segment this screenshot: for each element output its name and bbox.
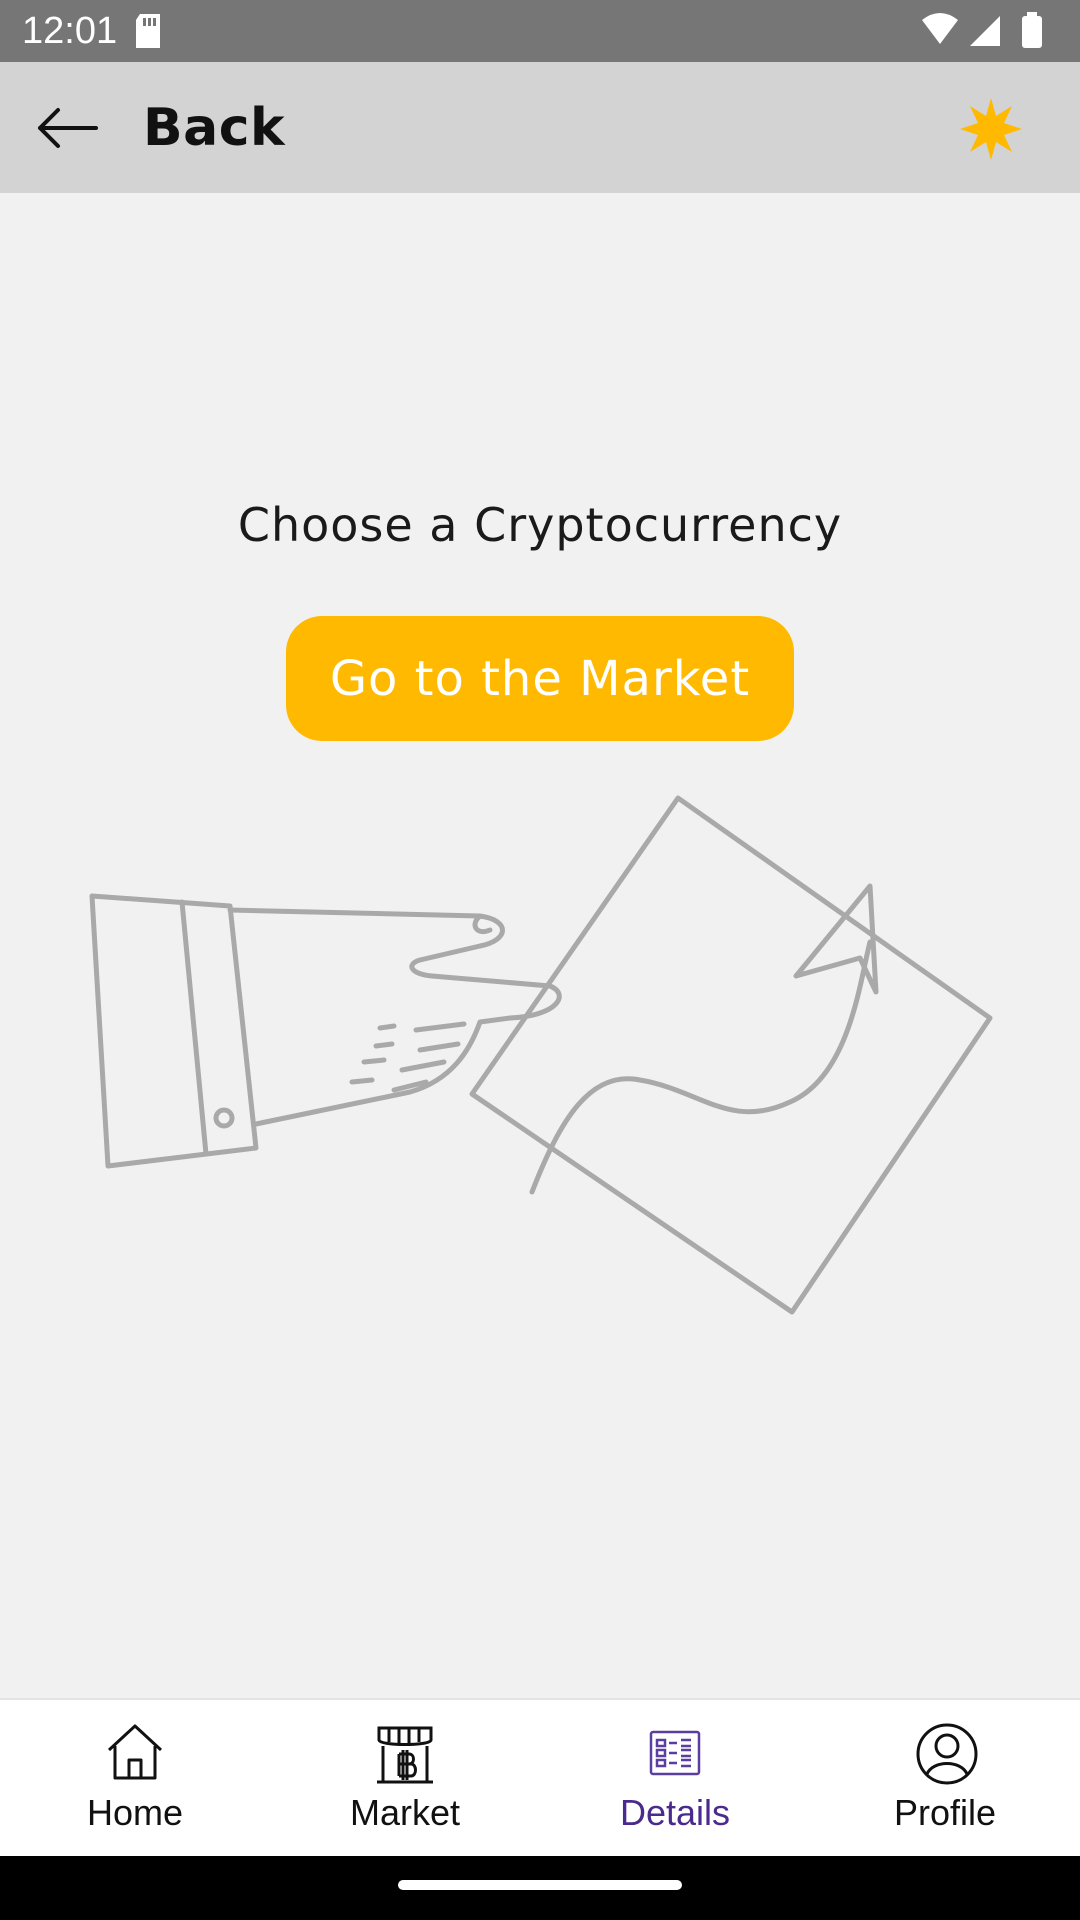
- nav-details-label: Details: [619, 1792, 731, 1833]
- sun-icon[interactable]: [958, 96, 1024, 162]
- app-bar: Back: [0, 62, 1080, 193]
- market-icon: [377, 1726, 433, 1784]
- profile-icon: [916, 1723, 978, 1785]
- system-status-icons: [922, 12, 1042, 48]
- nav-profile[interactable]: Profile: [810, 1700, 1080, 1858]
- nav-market[interactable]: Market: [270, 1700, 540, 1858]
- system-navigation-bar: [0, 1856, 1080, 1920]
- home-gesture-handle[interactable]: [398, 1880, 682, 1890]
- back-arrow-icon[interactable]: [36, 106, 98, 150]
- nav-market-label: Market: [349, 1792, 461, 1833]
- back-label[interactable]: Back: [143, 98, 285, 158]
- details-icon: [649, 1730, 701, 1776]
- wifi-icon: [922, 13, 958, 44]
- status-time: 12:01: [22, 10, 118, 52]
- signal-icon: [970, 16, 1000, 46]
- nav-details[interactable]: Details: [540, 1700, 810, 1858]
- sd-card-icon: [136, 14, 160, 48]
- battery-icon: [1022, 16, 1042, 48]
- bottom-navigation: Home Market Details Profile: [0, 1698, 1080, 1858]
- home-icon: [107, 1724, 163, 1780]
- pointing-hand-chart-illustration: [89, 795, 993, 1315]
- nav-home-label: Home: [86, 1792, 184, 1833]
- choose-crypto-prompt: Choose a Cryptocurrency: [237, 498, 843, 552]
- go-to-market-button[interactable]: Go to the Market: [286, 616, 794, 741]
- nav-profile-label: Profile: [893, 1792, 997, 1833]
- nav-home[interactable]: Home: [0, 1700, 270, 1858]
- status-bar: 12:01: [0, 0, 1080, 62]
